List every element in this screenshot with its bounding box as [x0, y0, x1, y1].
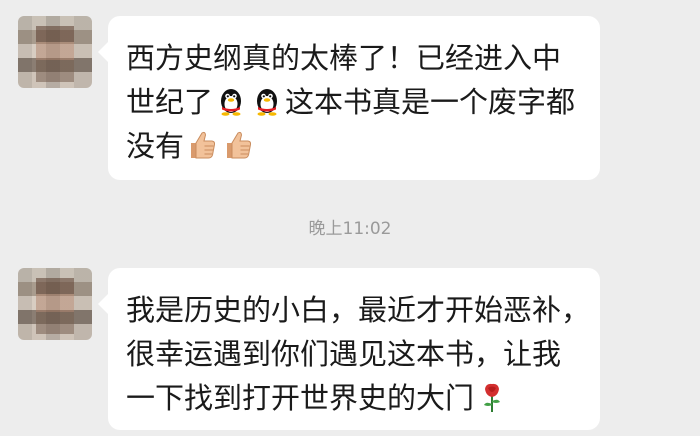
message-line: 很幸运遇到你们遇见这本书，让我: [126, 337, 562, 371]
chat-window: 西方史纲真的太棒了！已经进入中 世纪了 这本书真是一个废字都 没有 晚上11:0…: [0, 0, 700, 436]
thumbs-up-icon: [227, 131, 252, 159]
message-text: 这本书真是一个废字都: [285, 85, 576, 119]
avatar[interactable]: [18, 16, 92, 88]
qq-penguin-icon: [221, 89, 242, 116]
message-line-with-emoji: 没有: [126, 124, 582, 168]
message-bubble[interactable]: 我是历史的小白，最近才开始恶补， 很幸运遇到你们遇见这本书，让我 一下找到打开世…: [98, 268, 600, 430]
message-line: 我是历史的小白，最近才开始恶补，: [126, 293, 591, 327]
rose-icon: [484, 383, 501, 412]
avatar[interactable]: [18, 268, 92, 340]
message-line: 西方史纲真的太棒了！已经进入中: [126, 41, 562, 75]
qq-penguin-icon: [257, 89, 278, 116]
message-text: 世纪了: [126, 85, 214, 119]
message-text: 没有: [126, 129, 185, 163]
message-line-with-emoji: 世纪了 这本书真是一个废字都: [126, 80, 582, 124]
message-timestamp: 晚上11:02: [308, 219, 392, 239]
message-line-with-emoji: 一下找到打开世界史的大门: [126, 376, 582, 420]
thumbs-up-icon: [191, 131, 216, 159]
message-text: 一下找到打开世界史的大门: [126, 381, 475, 415]
message-bubble[interactable]: 西方史纲真的太棒了！已经进入中 世纪了 这本书真是一个废字都 没有: [98, 16, 600, 180]
